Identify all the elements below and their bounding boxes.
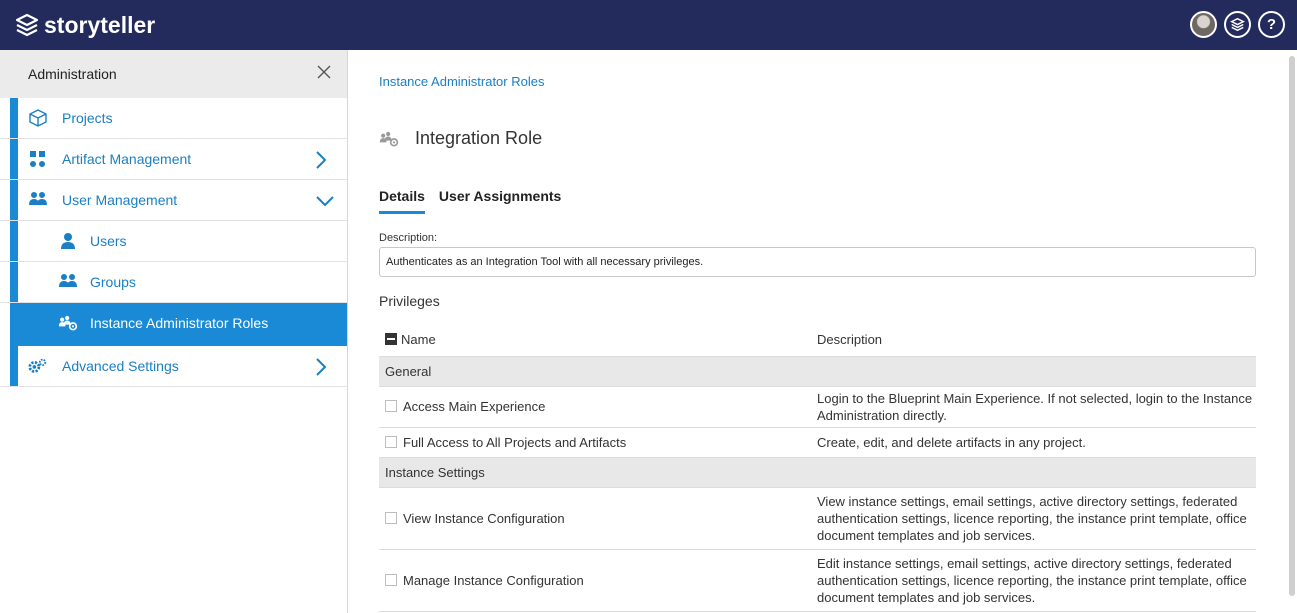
privilege-name-cell: Manage Instance Configuration — [379, 549, 811, 612]
privilege-checkbox[interactable] — [385, 511, 397, 524]
sidebar-item-label: User Management — [62, 192, 178, 208]
description-column-header: Description — [811, 323, 1256, 357]
privilege-name-cell: View Instance Configuration — [379, 487, 811, 550]
nav-accent-bar — [10, 221, 18, 261]
select-all-checkbox[interactable] — [385, 332, 397, 345]
privilege-description: Create, edit, and delete artifacts in an… — [811, 427, 1256, 458]
chevron-right-icon[interactable] — [313, 151, 329, 169]
sidebar-item-label: Users — [90, 233, 127, 249]
sidebar-item-artifact-management[interactable]: Artifact Management — [0, 139, 347, 180]
tab-details[interactable]: Details — [379, 188, 425, 214]
roles-icon — [58, 315, 78, 331]
sidebar-header: Administration — [0, 50, 347, 98]
privilege-name: Manage Instance Configuration — [403, 572, 584, 588]
header-actions: ? — [1190, 11, 1285, 38]
sidebar-item-label: Groups — [90, 274, 136, 290]
page-title: Integration Role — [379, 128, 542, 149]
users-icon — [29, 192, 47, 205]
breadcrumb[interactable]: Instance Administrator Roles — [379, 74, 544, 89]
sidebar-item-projects[interactable]: Projects — [0, 98, 347, 139]
brand[interactable]: storyteller — [14, 12, 155, 39]
storyteller-logo-icon — [15, 13, 39, 37]
brand-name: storyteller — [44, 11, 156, 38]
gears-icon — [28, 358, 47, 373]
privilege-name-cell: Full Access to All Projects and Artifact… — [379, 427, 811, 458]
cube-icon — [29, 109, 47, 127]
nav-accent-bar — [10, 346, 18, 386]
groups-icon — [59, 274, 77, 287]
sidebar-item-label: Projects — [62, 110, 113, 126]
tab-bar: Details User Assignments — [379, 188, 575, 214]
privilege-name: View Instance Configuration — [403, 510, 565, 526]
top-bar: storyteller ? — [0, 0, 1297, 50]
group-label: General — [379, 356, 1256, 387]
table-row: Full Access to All Projects and Artifact… — [379, 427, 1256, 458]
group-row: Instance Settings — [379, 457, 1256, 488]
privilege-checkbox[interactable] — [385, 400, 397, 412]
privilege-description: View instance settings, email settings, … — [811, 487, 1256, 550]
table-header-row: Name Description — [379, 323, 1256, 357]
artifact-icon — [30, 151, 45, 167]
table-row: Access Main Experience Login to the Blue… — [379, 386, 1256, 428]
sidebar-item-label: Instance Administrator Roles — [90, 315, 269, 331]
description-field[interactable]: Authenticates as an Integration Tool wit… — [379, 247, 1256, 277]
sidebar-item-user-management[interactable]: User Management — [0, 180, 347, 221]
sidebar-item-label: Artifact Management — [62, 151, 192, 167]
scrollbar-thumb[interactable] — [1289, 56, 1295, 596]
privilege-checkbox[interactable] — [385, 435, 397, 448]
chevron-down-icon[interactable] — [315, 194, 335, 208]
privileges-table: Name Description General Access Main Exp… — [379, 323, 1256, 612]
sidebar-item-advanced-settings[interactable]: Advanced Settings — [0, 346, 347, 387]
privilege-name: Access Main Experience — [403, 399, 546, 414]
user-icon — [61, 233, 75, 249]
privileges-heading: Privileges — [379, 293, 440, 309]
description-label: Description: — [379, 232, 438, 244]
nav-accent-bar — [10, 262, 18, 302]
sidebar-item-instance-administrator-roles[interactable]: Instance Administrator Roles — [10, 303, 347, 346]
name-column-header: Name — [379, 323, 811, 357]
nav-accent-bar — [10, 180, 18, 220]
privilege-checkbox[interactable] — [385, 573, 397, 586]
table-row: Manage Instance Configuration Edit insta… — [379, 549, 1256, 612]
table-row: View Instance Configuration View instanc… — [379, 487, 1256, 550]
sidebar-item-label: Advanced Settings — [62, 358, 179, 374]
page-title-text: Integration Role — [415, 128, 543, 148]
column-header-label: Name — [401, 331, 436, 347]
roles-icon — [379, 131, 399, 146]
main-content: Instance Administrator Roles Integration… — [349, 50, 1297, 613]
privilege-description: Login to the Blueprint Main Experience. … — [811, 386, 1256, 428]
group-row: General — [379, 356, 1256, 387]
privilege-name: Full Access to All Projects and Artifact… — [403, 434, 627, 450]
chevron-right-icon[interactable] — [313, 358, 329, 376]
stack-icon — [1230, 17, 1245, 32]
privilege-name-cell: Access Main Experience — [379, 386, 811, 428]
group-label: Instance Settings — [379, 457, 1256, 488]
close-icon[interactable] — [315, 63, 333, 81]
nav-accent-bar — [10, 139, 18, 179]
storyteller-stack-icon[interactable] — [1224, 11, 1251, 38]
sidebar-title: Administration — [28, 66, 117, 82]
nav-accent-bar — [10, 98, 18, 138]
sidebar: Administration Projects Artifact Managem… — [0, 50, 348, 613]
help-icon[interactable]: ? — [1258, 11, 1285, 38]
sidebar-item-users[interactable]: Users — [0, 221, 347, 262]
user-avatar[interactable] — [1190, 11, 1217, 38]
tab-user-assignments[interactable]: User Assignments — [439, 188, 561, 214]
sidebar-item-groups[interactable]: Groups — [0, 262, 347, 303]
privilege-description: Edit instance settings, email settings, … — [811, 549, 1256, 612]
